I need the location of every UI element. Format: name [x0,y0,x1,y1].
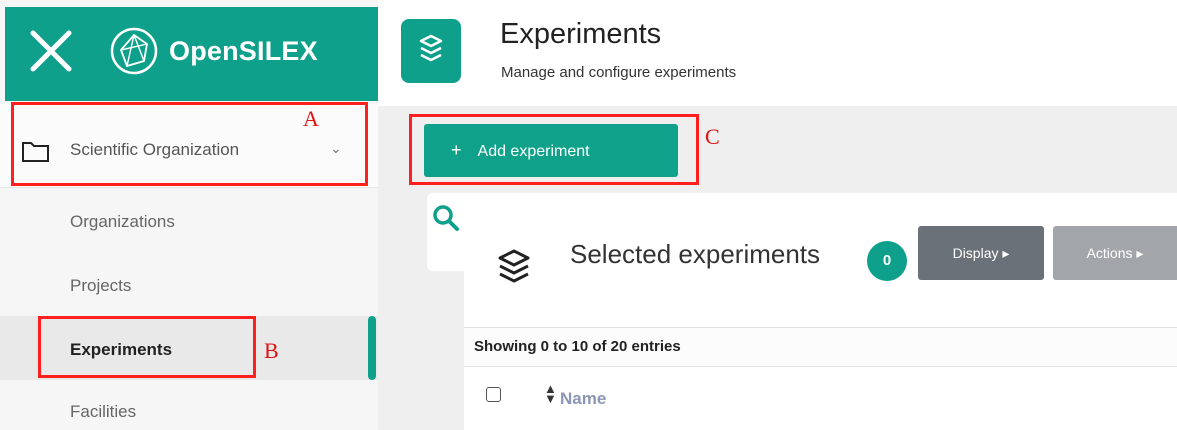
caret-right-icon: ▸ [998,244,1010,261]
annotation-box-b [38,316,256,378]
table-header-row: ▲ ▼ Name [464,368,1177,430]
display-button[interactable]: Display ▸ [918,226,1044,280]
sidebar-item-label: Projects [70,276,132,295]
sidebar-header: OpenSILEX [5,7,378,101]
annotation-label-a: A [303,106,319,131]
annotation-label-c: C [705,124,720,149]
sidebar-item-label: Organizations [70,212,175,231]
column-header-name[interactable]: Name [560,389,606,409]
sidebar-item-label: Facilities [70,402,137,421]
annotation-box-c [409,114,699,185]
search-icon[interactable] [431,203,461,233]
entries-info: Showing 0 to 10 of 20 entries [474,338,681,355]
actions-label: Actions [1086,244,1133,261]
opensilex-logo-icon [110,27,158,75]
page-title: Experiments [500,18,662,50]
page-subtitle: Manage and configure experiments [501,64,737,81]
search-toggle[interactable] [427,193,467,271]
sidebar-item-facilities[interactable]: Facilities [0,380,378,430]
brand-name: OpenSILEX [169,36,318,66]
selected-count-badge: 0 [867,241,907,281]
annotation-label-b: B [264,338,279,363]
close-icon[interactable] [25,25,77,77]
select-all-checkbox[interactable] [486,387,501,402]
sidebar-item-organizations[interactable]: Organizations [0,190,378,254]
page-header: Experiments Manage and configure experim… [378,0,1177,106]
selected-experiments-title: Selected experiments [570,239,821,269]
layers-icon [498,249,530,283]
actions-button[interactable]: Actions ▸ [1053,226,1177,280]
caret-right-icon: ▸ [1132,244,1144,261]
experiments-panel: Selected experiments 0 Display ▸ Actions… [464,193,1177,430]
sort-icon[interactable]: ▲ ▼ [544,382,557,405]
sidebar-item-projects[interactable]: Projects [0,254,378,316]
display-label: Display [952,244,999,261]
active-indicator [368,316,376,380]
experiments-icon [401,19,461,83]
entries-info-row: Showing 0 to 10 of 20 entries [464,327,1177,367]
